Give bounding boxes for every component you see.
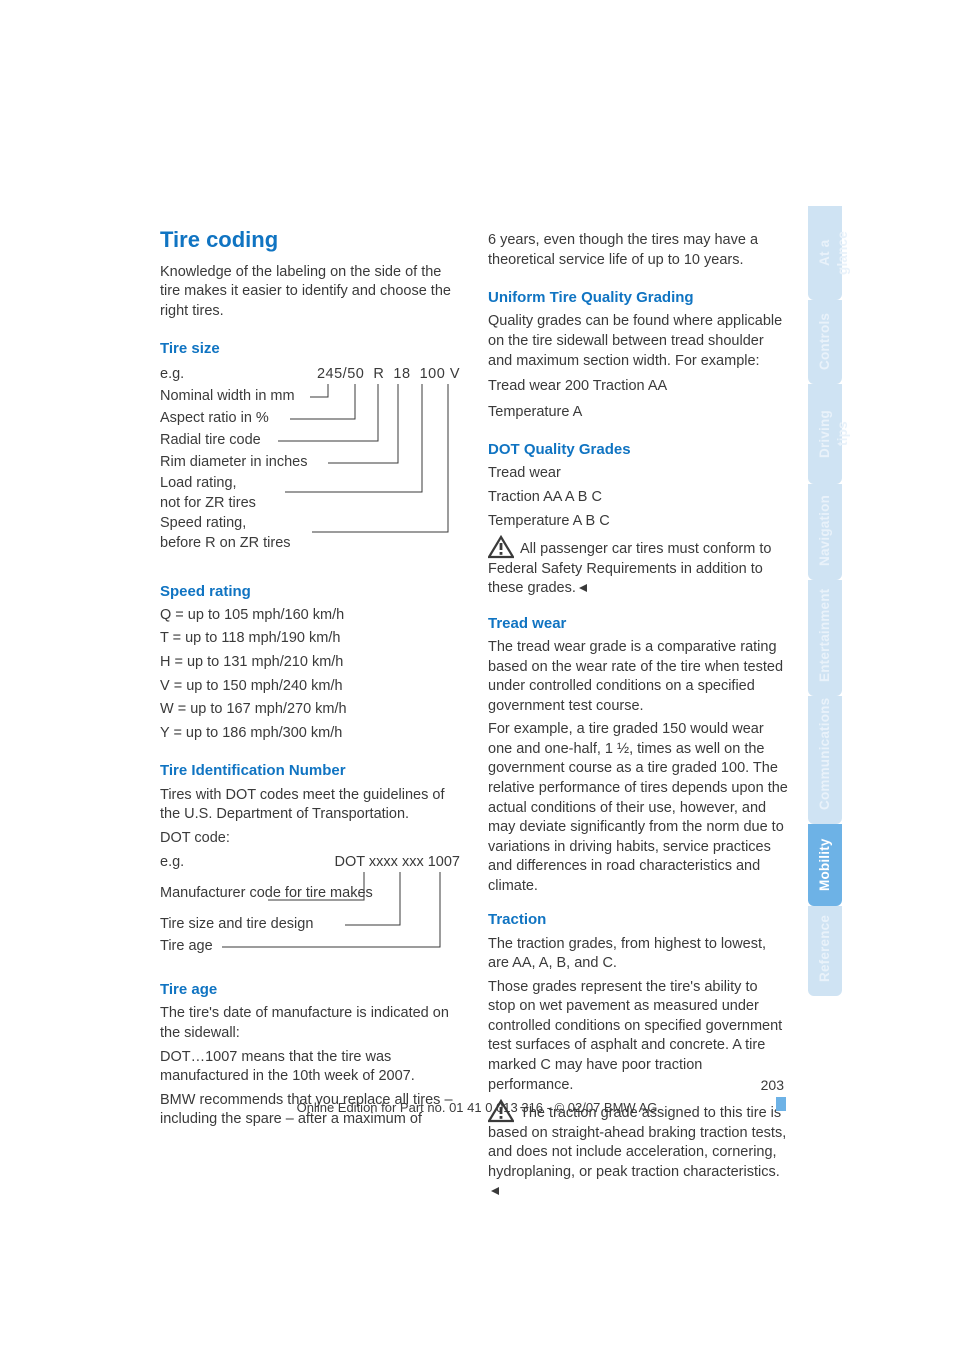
dotq-p2: Traction AA A B C bbox=[488, 488, 788, 508]
left-column: Tire coding Knowledge of the labeling on… bbox=[160, 225, 460, 1207]
tab-at-a-glance[interactable]: At a glance bbox=[808, 206, 842, 300]
h2-speed-rating: Speed rating bbox=[160, 582, 460, 602]
utqg-p2: Tread wear 200 Traction AA bbox=[488, 377, 788, 397]
sr-1: T = up to 118 mph/190 km/h bbox=[160, 629, 460, 649]
ts-row-3: Rim diameter in inches bbox=[160, 453, 307, 473]
dot-eg: e.g. bbox=[160, 853, 184, 873]
utqg-p3: Temperature A bbox=[488, 403, 788, 423]
dot-row-0: Manufacturer code for tire makes bbox=[160, 884, 373, 904]
tab-navigation[interactable]: Navigation bbox=[808, 484, 842, 580]
cont-text: 6 years, even though the tires may have … bbox=[488, 231, 788, 270]
ts-row-1: Aspect ratio in % bbox=[160, 409, 269, 429]
h3-tread: Tread wear bbox=[488, 614, 788, 634]
trac-p2: Those grades represent the tire's abilit… bbox=[488, 978, 788, 1095]
h1-tire-coding: Tire coding bbox=[160, 225, 460, 255]
ts-row-5: Speed rating, before R on ZR tires bbox=[160, 514, 291, 553]
dot-row-2: Tire age bbox=[160, 937, 213, 957]
eg-label: e.g. bbox=[160, 365, 184, 385]
page-number: 203 bbox=[761, 1076, 784, 1095]
tread-p2: For example, a tire graded 150 would wea… bbox=[488, 720, 788, 896]
tab-reference[interactable]: Reference bbox=[808, 906, 842, 996]
dot-row-1: Tire size and tire design bbox=[160, 915, 313, 935]
end-marker-icon bbox=[490, 1183, 500, 1203]
tab-controls[interactable]: Controls bbox=[808, 300, 842, 384]
tab-entertainment[interactable]: Entertainment bbox=[808, 580, 842, 696]
h2-tin: Tire Identification Number bbox=[160, 761, 460, 781]
tin-p1: Tires with DOT codes meet the guidelines… bbox=[160, 786, 460, 825]
tire-size-diagram: e.g. 245/50 R 18 100 V Nominal width in … bbox=[160, 364, 460, 564]
h2-tire-age: Tire age bbox=[160, 980, 460, 1000]
tire-size-value: 245/50 R 18 100 V bbox=[317, 365, 460, 385]
tread-p1: The tread wear grade is a comparative ra… bbox=[488, 638, 788, 716]
sr-3: V = up to 150 mph/240 km/h bbox=[160, 677, 460, 697]
sr-0: Q = up to 105 mph/160 km/h bbox=[160, 606, 460, 626]
dotq-p3: Temperature A B C bbox=[488, 512, 788, 532]
section-tabs: At a glance Controls Driving tips Naviga… bbox=[808, 206, 842, 996]
intro-text: Knowledge of the labeling on the side of… bbox=[160, 263, 460, 322]
tab-mobility[interactable]: Mobility bbox=[808, 824, 842, 906]
h3-traction: Traction bbox=[488, 910, 788, 930]
sr-2: H = up to 131 mph/210 km/h bbox=[160, 653, 460, 673]
trac-p1: The traction grades, from highest to low… bbox=[488, 935, 788, 974]
h2-utqg: Uniform Tire Quality Grading bbox=[488, 288, 788, 308]
dot-value: DOT xxxx xxx 1007 bbox=[335, 853, 460, 873]
ts-row-4: Load rating, not for ZR tires bbox=[160, 474, 256, 513]
ts-row-0: Nominal width in mm bbox=[160, 387, 295, 407]
dotq-warn: All passenger car tires must conform to … bbox=[488, 535, 788, 600]
h2-dotq: DOT Quality Grades bbox=[488, 440, 788, 460]
sr-4: W = up to 167 mph/270 km/h bbox=[160, 700, 460, 720]
footer-text: Online Edition for Part no. 01 41 0 013 … bbox=[0, 1099, 954, 1117]
tin-p2: DOT code: bbox=[160, 829, 460, 849]
right-column: 6 years, even though the tires may have … bbox=[488, 225, 788, 1207]
end-marker-icon bbox=[578, 580, 588, 600]
utqg-p1: Quality grades can be found where applic… bbox=[488, 312, 788, 371]
age-p2: DOT…1007 means that the tire was manufac… bbox=[160, 1048, 460, 1087]
dotq-warn-text: All passenger car tires must conform to … bbox=[488, 541, 771, 596]
dot-code-diagram: e.g. DOT xxxx xxx 1007 Manufacturer code… bbox=[160, 852, 460, 962]
tab-driving-tips[interactable]: Driving tips bbox=[808, 384, 842, 484]
h2-tire-size: Tire size bbox=[160, 339, 460, 359]
dotq-p1: Tread wear bbox=[488, 464, 788, 484]
tab-communications[interactable]: Communications bbox=[808, 696, 842, 824]
warning-icon bbox=[488, 535, 514, 559]
ts-row-2: Radial tire code bbox=[160, 431, 261, 451]
age-p1: The tire's date of manufacture is indica… bbox=[160, 1004, 460, 1043]
sr-5: Y = up to 186 mph/300 km/h bbox=[160, 724, 460, 744]
